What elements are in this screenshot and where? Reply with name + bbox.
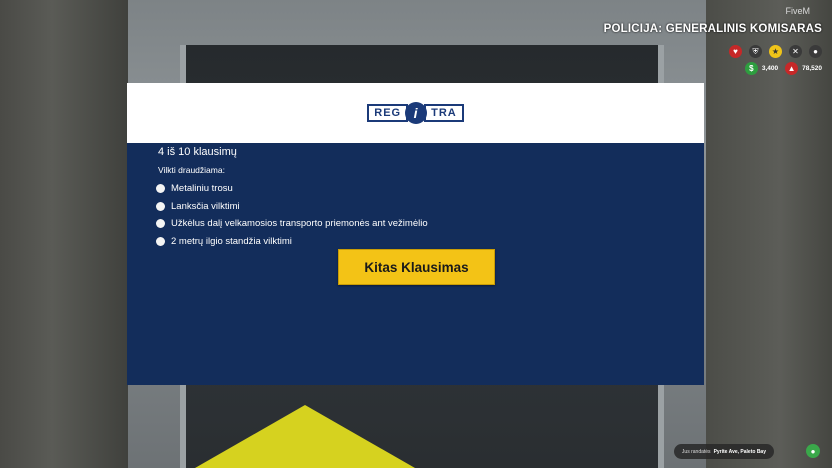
bank-display: ▲ 78,520 [785,62,822,75]
answer-options: Metaliniu trosu Lanksčia vilktimi Užkėlu… [156,180,428,250]
answer-label: 2 metrų ilgio standžia vilktimi [171,235,292,247]
question-text: Vilkti draudžiama: [158,165,225,175]
question-counter: 4 iš 10 klausimų [158,146,237,158]
microphone-icon: ● [806,444,820,458]
background-yellow-roof [195,405,415,468]
bank-icon: ▲ [785,62,799,75]
exam-panel: REG i TRA 4 iš 10 klausimų Vilkti draudž… [127,83,704,385]
answer-option[interactable]: 2 metrų ilgio standžia vilktimi [156,233,428,251]
bank-value: 78,520 [802,65,822,72]
cash-icon: $ [744,62,758,75]
answer-label: Užkėlus dalį velkamosios transporto prie… [171,218,428,230]
answer-option[interactable]: Metaliniu trosu [156,180,428,198]
fivem-watermark: FiveM [785,6,811,16]
money-row: $ 3,400 ▲ 78,520 [744,62,822,75]
cash-display: $ 3,400 [744,62,779,75]
radio-button[interactable] [156,201,165,211]
answer-label: Metaliniu trosu [171,183,233,195]
answer-option[interactable]: Užkėlus dalį velkamosios transporto prie… [156,215,428,233]
armor-icon: ⛨ [749,45,762,58]
hunger-icon: ✕ [789,45,802,58]
next-question-button[interactable]: Kitas Klausimas [338,249,495,285]
logo-mid: i [405,102,428,124]
answer-label: Lanksčia vilktimi [171,200,240,212]
location-display: Jus randatės Pyrite Ave, Paleto Bay [673,444,774,459]
stamina-icon: ★ [769,45,782,58]
logo-left: REG [367,104,409,122]
radio-button[interactable] [156,236,165,246]
radio-button[interactable] [156,219,165,229]
radio-button[interactable] [156,184,165,194]
logo-right: TRA [424,104,464,122]
cash-value: 3,400 [761,65,779,72]
location-prefix: Jus randatės [681,448,711,455]
regitra-logo: REG i TRA [367,102,464,124]
panel-header: REG i TRA [127,83,704,143]
status-icons: ♥ ⛨ ★ ✕ ● [729,45,822,58]
background-wall-left [0,0,130,468]
health-icon: ♥ [729,45,742,58]
thirst-icon: ● [809,45,822,58]
location-name: Pyrite Ave, Paleto Bay [713,448,766,455]
job-title: POLICIJA: GENERALINIS KOMISARAS [603,23,822,35]
answer-option[interactable]: Lanksčia vilktimi [156,198,428,216]
